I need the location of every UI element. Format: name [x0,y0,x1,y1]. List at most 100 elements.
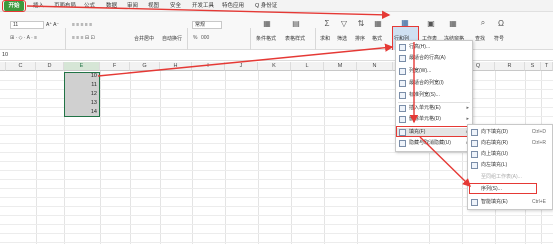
menu-item-fill-down[interactable]: 向下填充(D) Ctrl+D [468,128,552,137]
std-width-icon [399,92,406,99]
smart-fill-icon [471,199,478,206]
menu-item-col-width[interactable]: 列宽(W)... [396,67,472,76]
col-header-t[interactable]: T [541,62,553,71]
sum-button[interactable]: 求和 [320,35,330,42]
col-header-g[interactable]: G [130,62,160,71]
align-icons-bottom[interactable]: ≡ ≡ ≡ ⊟ ⊡ [72,35,95,41]
menu-item-autofit-row[interactable]: 最适合的行高(A) [396,54,472,63]
fill-submenu: 向下填充(D) Ctrl+D 向右填充(R) Ctrl+R 向上填充(U) 向左填充… [467,124,553,210]
separator [315,28,316,50]
col-header-m[interactable]: M [324,62,357,71]
filter-icon[interactable]: ▽ [339,18,349,28]
row-height-icon [399,44,406,51]
delete-cell-icon [399,116,406,123]
col-width-icon [399,68,406,75]
menu-item-smart-fill[interactable]: 智能填充(E) Ctrl+E [468,198,552,207]
col-header-n[interactable]: N [357,62,393,71]
autofit-row-icon [399,55,406,62]
menu-item-insert-cell[interactable]: 插入单元格(E) ▸ [396,104,472,113]
menu-item-fill-left[interactable]: 向左填充(L) [468,161,552,170]
grid-line [192,71,193,244]
tab-security[interactable]: 安全 [170,2,181,11]
table-style-icon[interactable]: ▤ [291,18,301,28]
menu-item-delete-cell[interactable]: 删除单元格(D) ▸ [396,115,472,124]
separator [250,28,251,50]
col-header-l[interactable]: L [291,62,324,71]
cond-format-button[interactable]: 条件格式 [256,35,276,42]
rows-cols-icon[interactable]: ▦ [400,17,410,27]
tab-data[interactable]: 数据 [106,2,117,11]
col-header-k[interactable]: K [258,62,291,71]
tab-review[interactable]: 审阅 [127,2,138,11]
cell-e4[interactable]: 13 [64,100,97,106]
fill-left-icon [471,162,478,169]
align-icons-top[interactable]: ≡ ≡ ≡ ≡ ≡ [72,22,92,28]
format-row-icons[interactable]: ⊞ · ◇ · A · ≡ [10,35,37,41]
wrap-text-button[interactable]: 自动换行 [162,35,182,42]
grid-line [100,71,101,244]
grow-font-icon[interactable]: A⁺ A⁻ [46,22,59,28]
filter-button[interactable]: 筛选 [337,35,347,42]
format-button[interactable]: 格式 [372,35,382,42]
table-style-button[interactable]: 表格样式 [285,35,305,42]
format-icon[interactable]: ▦ [373,18,383,28]
col-header-s[interactable]: S [525,62,541,71]
grid-line [357,71,358,244]
cell-e1[interactable]: 10 [64,73,97,79]
menu-item-row-height[interactable]: 行高(H)... [396,43,472,52]
thousands-button[interactable]: 000 [201,35,209,41]
col-header-d[interactable]: D [36,62,64,71]
grid-line [258,71,259,244]
percent-button[interactable]: % [193,35,197,41]
col-header-h[interactable]: H [160,62,192,71]
tab-special[interactable]: 特色应用 [222,2,244,11]
name-box[interactable]: 10 [2,52,8,58]
tab-page-layout[interactable]: 页面布局 [54,2,76,11]
grid-line [0,215,553,216]
col-header-j[interactable]: J [225,62,258,71]
cell-e5[interactable]: 14 [64,109,97,115]
sort-button[interactable]: 排序 [355,35,365,42]
find-button[interactable]: 查找 [475,35,485,42]
search-box[interactable]: Q 身份证 [255,2,277,11]
highlight-ring-fill [396,126,468,137]
fill-up-icon [471,151,478,158]
tab-insert[interactable]: 插入 [33,2,44,11]
find-icon[interactable]: ⌕ [478,18,488,28]
separator [65,28,66,50]
col-header-c[interactable]: C [6,62,36,71]
col-header-e[interactable]: E [64,62,100,71]
menu-separator [398,102,470,103]
menu-item-std-width[interactable]: 标准列宽(S)... [396,91,472,100]
menu-item-autofit-col[interactable]: 最适合的列宽(I) [396,79,472,88]
tab-developer[interactable]: 开发工具 [192,2,214,11]
font-size-select[interactable]: 11 [10,21,44,29]
grid-line [0,233,553,234]
col-header-i[interactable]: I [192,62,225,71]
sum-icon[interactable]: Σ [322,18,332,28]
cell-e3[interactable]: 12 [64,91,97,97]
number-format-select[interactable]: 常规 [192,21,222,29]
freeze-icon[interactable]: ▦ [448,18,458,28]
col-header-f[interactable]: F [100,62,130,71]
hide-icon [399,140,406,147]
symbol-button[interactable]: 符号 [494,35,504,42]
insert-cell-icon [399,105,406,112]
merge-center-button[interactable]: 合并居中 [134,35,154,42]
col-header-r[interactable]: R [495,62,525,71]
grid-line [291,71,292,244]
sort-icon[interactable]: ⇅ [356,18,366,28]
tab-view[interactable]: 视图 [148,2,159,11]
cell-e2[interactable]: 11 [64,82,97,88]
fill-down-icon [471,129,478,136]
grid-line [324,71,325,244]
tab-formulas[interactable]: 公式 [84,2,95,11]
menu-item-fill-group[interactable]: 至同组工作表(A)... [468,173,552,182]
symbol-icon[interactable]: Ω [496,18,506,28]
worksheet-icon[interactable]: ▣ [426,18,436,28]
highlight-ring-series [469,183,537,194]
menu-item-hide[interactable]: 隐藏与取消隐藏(U)▸ [396,139,472,148]
menu-item-fill-up[interactable]: 向上填充(U) [468,150,552,159]
menu-item-fill-right[interactable]: 向右填充(R) Ctrl+R [468,139,552,148]
cond-format-icon[interactable]: ▦ [262,18,272,28]
